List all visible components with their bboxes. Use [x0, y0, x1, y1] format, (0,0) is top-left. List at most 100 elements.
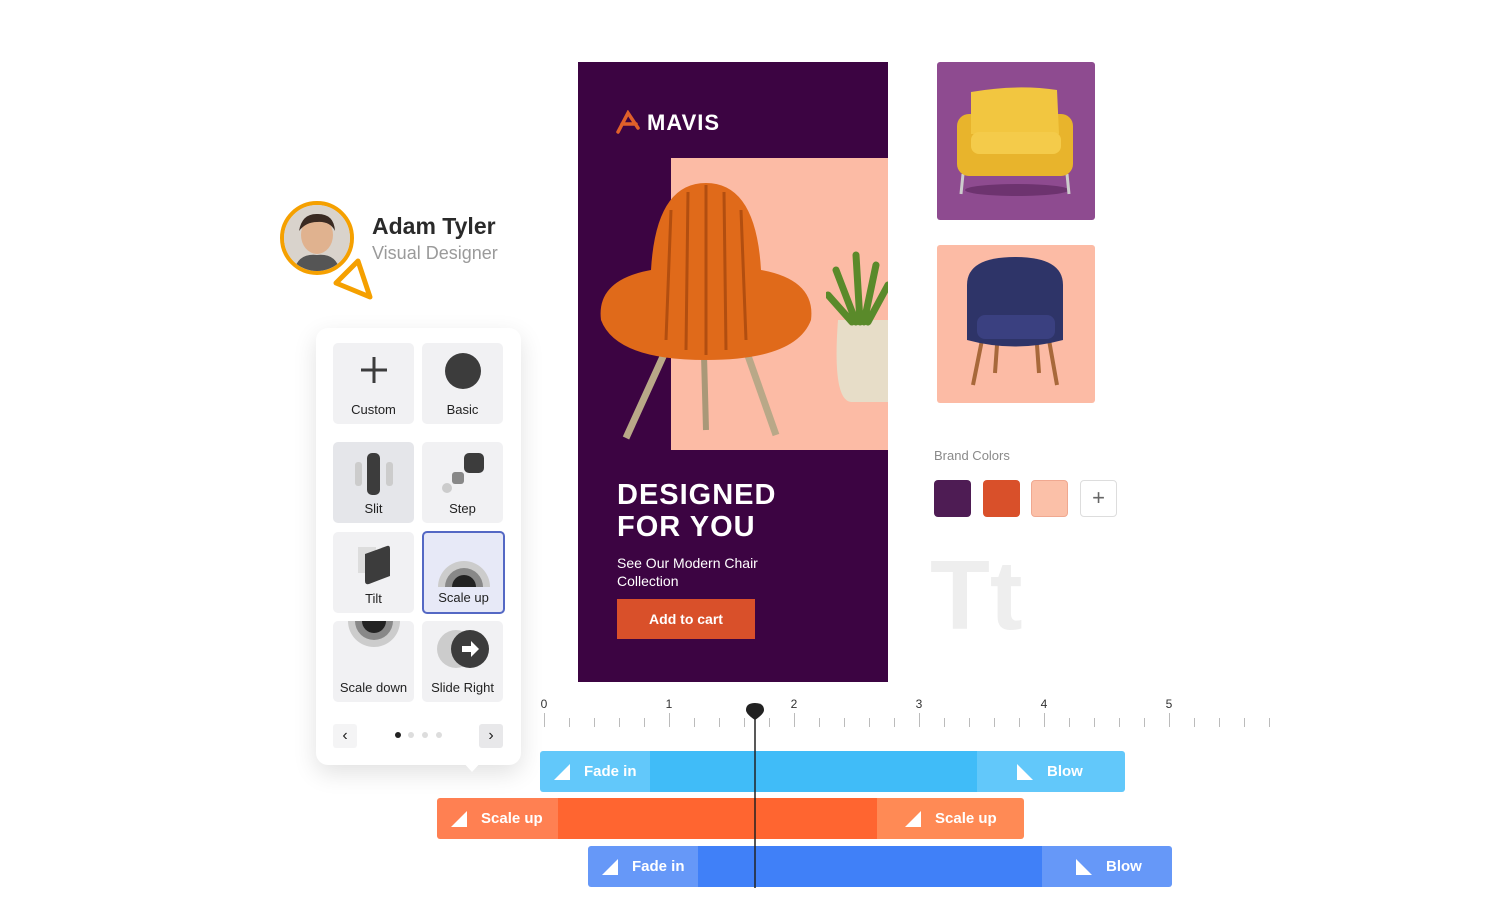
track-body[interactable] — [650, 751, 977, 792]
poster-brand: MAVIS — [647, 110, 721, 135]
slide-right-icon — [437, 630, 489, 668]
track-3[interactable]: Fade in Blow — [588, 846, 1172, 887]
blow-icon — [1017, 763, 1033, 780]
navy-chair-image — [967, 257, 1063, 386]
minor-tick — [844, 718, 845, 727]
animation-scale-up[interactable]: Scale up — [422, 531, 505, 614]
brand-color-swatch[interactable] — [983, 480, 1020, 517]
tile-label: Slide Right — [431, 680, 494, 695]
minor-tick — [1094, 718, 1095, 727]
animation-slit[interactable]: Slit — [333, 442, 414, 523]
in-effect[interactable]: Fade in — [588, 846, 698, 887]
minor-tick — [819, 718, 820, 727]
subtitle-line: Collection — [617, 573, 679, 589]
time-label: 2 — [790, 697, 798, 711]
animation-step[interactable]: Step — [422, 442, 503, 523]
track-2[interactable]: Scale up Scale up — [437, 798, 1024, 839]
minor-tick — [619, 718, 620, 727]
page-dot[interactable] — [422, 732, 428, 738]
page-dot-active[interactable] — [395, 732, 401, 738]
major-tick — [1169, 713, 1170, 727]
headline-line: FOR YOU — [617, 511, 756, 543]
effect-label: Fade in — [632, 858, 685, 875]
minor-tick — [1269, 718, 1270, 727]
time-label: 5 — [1165, 697, 1173, 711]
slit-icon — [355, 453, 393, 495]
prev-page-button[interactable]: ‹ — [333, 724, 357, 748]
scale-up-icon — [451, 810, 467, 827]
major-tick — [919, 713, 920, 727]
minor-tick — [1244, 718, 1245, 727]
plus-icon — [361, 357, 387, 383]
tile-label: Basic — [446, 402, 479, 417]
minor-tick — [769, 718, 770, 727]
animation-slide-right[interactable]: Slide Right — [422, 621, 503, 702]
minor-tick — [694, 718, 695, 727]
orange-chair-image — [600, 183, 812, 440]
yellow-chair-image — [957, 87, 1073, 196]
page-dot[interactable] — [408, 732, 414, 738]
tile-label: Slit — [364, 501, 383, 516]
tile-label: Tilt — [365, 591, 382, 606]
typography-sample: Tt — [930, 540, 1023, 650]
minor-tick — [994, 718, 995, 727]
user-name: Adam Tyler — [372, 213, 496, 239]
effect-label: Blow — [1047, 763, 1083, 780]
minor-tick — [1144, 718, 1145, 727]
subtitle-line: See Our Modern Chair — [617, 555, 758, 571]
blow-icon — [1076, 858, 1092, 875]
track-1[interactable]: Fade in Blow — [540, 751, 1125, 792]
tile-label: Scale up — [438, 590, 489, 605]
minor-tick — [1069, 718, 1070, 727]
animation-tilt[interactable]: Tilt — [333, 532, 414, 613]
in-effect[interactable]: Scale up — [437, 798, 558, 839]
thumbnail-navy-chair[interactable] — [937, 245, 1095, 403]
playhead[interactable] — [745, 702, 765, 888]
major-tick — [669, 713, 670, 727]
next-page-button[interactable]: › — [479, 724, 503, 748]
minor-tick — [1119, 718, 1120, 727]
out-effect[interactable]: Blow — [977, 751, 1125, 792]
brand-colors-title: Brand Colors — [934, 448, 1010, 463]
plant-image — [826, 251, 888, 402]
tile-label: Scale down — [339, 680, 408, 695]
scale-down-icon — [348, 621, 400, 647]
page-dot[interactable] — [436, 732, 442, 738]
scale-up-icon — [905, 810, 921, 827]
track-body[interactable] — [558, 798, 877, 839]
fade-in-icon — [554, 763, 570, 780]
add-color-button[interactable]: + — [1080, 480, 1117, 517]
minor-tick — [1219, 718, 1220, 727]
minor-tick — [1194, 718, 1195, 727]
tilt-icon — [358, 545, 390, 585]
in-effect[interactable]: Fade in — [540, 751, 650, 792]
poster-headline: DESIGNED FOR YOU — [617, 479, 776, 543]
minor-tick — [719, 718, 720, 727]
playhead-handle-icon — [746, 703, 765, 888]
time-label: 0 — [540, 697, 548, 711]
animation-basic[interactable]: Basic — [422, 343, 503, 424]
animation-scale-down[interactable]: Scale down — [333, 621, 414, 702]
animation-custom[interactable]: Custom — [333, 343, 414, 424]
poster-subtitle: See Our Modern Chair Collection — [617, 554, 758, 590]
user-role: Visual Designer — [372, 243, 498, 263]
tile-label: Step — [449, 501, 476, 516]
out-effect[interactable]: Blow — [1042, 846, 1172, 887]
tile-label: Custom — [351, 402, 396, 417]
headline-line: DESIGNED — [617, 479, 777, 511]
circle-icon — [445, 353, 481, 389]
effect-label: Blow — [1106, 858, 1142, 875]
major-tick — [544, 713, 545, 727]
time-label: 1 — [665, 697, 673, 711]
panel-pointer — [461, 760, 483, 772]
brand-color-swatch[interactable] — [934, 480, 971, 517]
add-to-cart-button[interactable]: Add to cart — [617, 599, 755, 639]
effect-label: Fade in — [584, 763, 637, 780]
major-tick — [1044, 713, 1045, 727]
minor-tick — [594, 718, 595, 727]
brand-color-swatch[interactable] — [1031, 480, 1068, 517]
time-label: 4 — [1040, 697, 1048, 711]
thumbnail-yellow-chair[interactable] — [937, 62, 1095, 220]
poster-canvas[interactable]: MAVIS DESIGNED FOR YOU See Our Modern Ch… — [578, 62, 888, 682]
out-effect[interactable]: Scale up — [877, 798, 1024, 839]
